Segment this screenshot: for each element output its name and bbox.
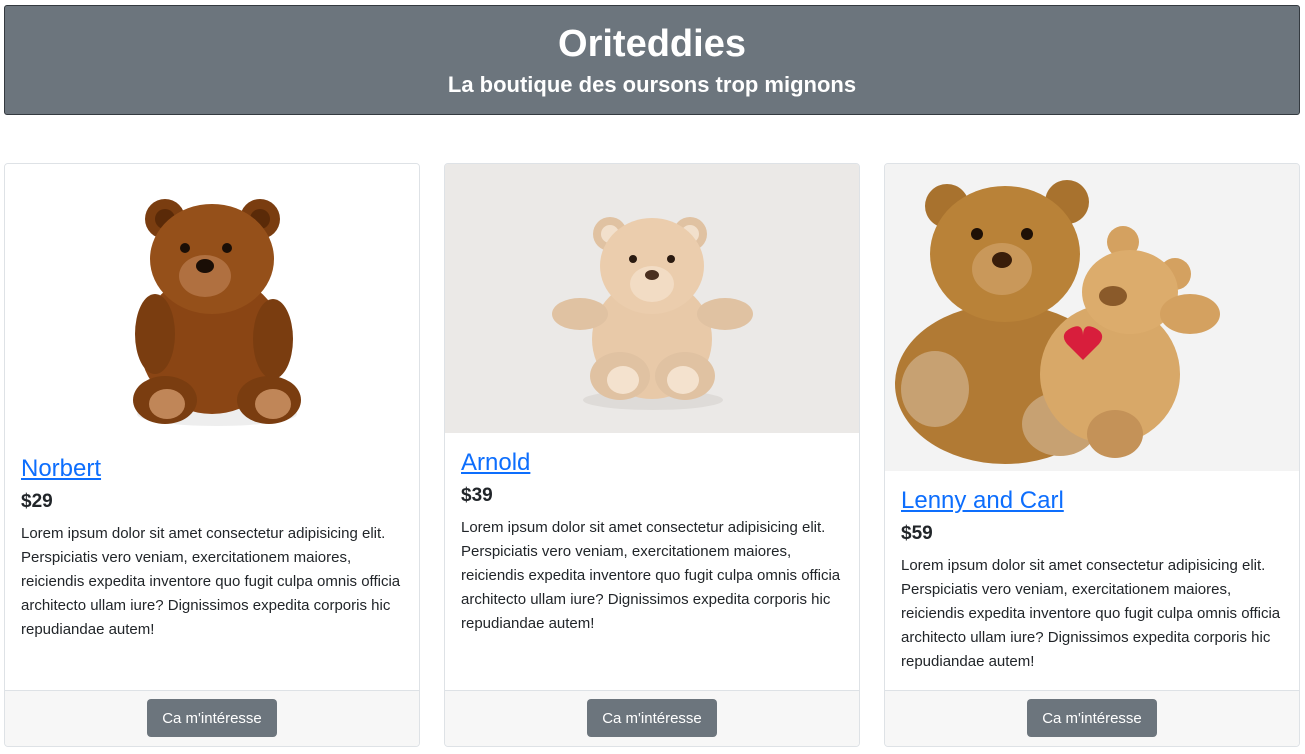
product-name-link[interactable]: Arnold [461, 448, 530, 478]
product-description: Lorem ipsum dolor sit amet consectetur a… [21, 525, 401, 638]
product-name-link[interactable]: Lenny and Carl [901, 486, 1064, 516]
card-body: Lenny and Carl $59 Lorem ipsum dolor sit… [901, 486, 1283, 674]
site-subtitle: La boutique des oursons trop mignons [447, 72, 857, 97]
product-description: Lorem ipsum dolor sit amet consectetur a… [461, 519, 841, 632]
interest-button[interactable]: Ca m'intéresse [587, 699, 717, 737]
card-body: Norbert $29 Lorem ipsum dolor sit amet c… [21, 454, 403, 642]
product-name-link[interactable]: Norbert [21, 454, 101, 484]
two-teddy-bears-icon [885, 164, 1299, 471]
product-image[interactable] [5, 164, 419, 446]
product-price: $29 [21, 491, 53, 512]
card-footer: Ca m'intéresse [5, 690, 419, 746]
card-body: Arnold $39 Lorem ipsum dolor sit amet co… [461, 448, 843, 636]
beige-teddy-bear-icon [445, 164, 859, 433]
product-price: $39 [461, 485, 493, 506]
product-image[interactable] [445, 164, 859, 433]
product-card: Norbert $29 Lorem ipsum dolor sit amet c… [4, 163, 420, 747]
product-description: Lorem ipsum dolor sit amet consectetur a… [901, 557, 1281, 670]
product-card: Arnold $39 Lorem ipsum dolor sit amet co… [444, 163, 860, 747]
product-price: $59 [901, 523, 933, 544]
interest-button[interactable]: Ca m'intéresse [147, 699, 277, 737]
product-card: Lenny and Carl $59 Lorem ipsum dolor sit… [884, 163, 1300, 747]
card-footer: Ca m'intéresse [445, 690, 859, 746]
brown-teddy-bear-icon [133, 199, 301, 426]
interest-button[interactable]: Ca m'intéresse [1027, 699, 1157, 737]
site-title: Oriteddies [558, 23, 746, 65]
card-footer: Ca m'intéresse [885, 690, 1299, 746]
product-image[interactable] [885, 164, 1299, 471]
site-header: Oriteddies La boutique des oursons trop … [4, 5, 1300, 115]
